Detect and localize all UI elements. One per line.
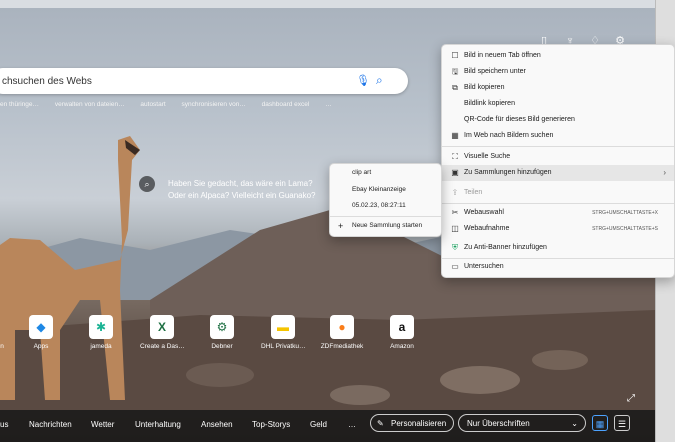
nav-item[interactable]: us <box>0 420 8 429</box>
save-icon: 🖫 <box>451 67 459 76</box>
chevron-down-icon: ⌄ <box>571 419 578 428</box>
expand-icon[interactable]: ⤢ <box>627 393 635 404</box>
suggestion-item[interactable]: dashboard excel <box>262 101 310 108</box>
chevron-right-icon: › <box>663 168 666 177</box>
personalize-label: Personalisieren <box>391 419 447 428</box>
nav-item-nachrichten[interactable]: Nachrichten <box>29 420 72 429</box>
caption-line-1: Haben Sie gedacht, das wäre ein Lama? <box>168 179 313 188</box>
suggestion-more[interactable]: … <box>325 101 332 108</box>
tile-label: ZDFmediathek <box>320 343 364 350</box>
new-tab-icon: ☐ <box>451 51 459 60</box>
collection-item[interactable]: Ebay Kleinanzeige <box>330 182 441 198</box>
collections-icon: ▣ <box>451 168 459 177</box>
menu-item-copy-image[interactable]: ⧉ Bild kopieren <box>442 80 674 96</box>
image-search-icon[interactable]: ⌕ <box>139 176 155 192</box>
nav-item-unterhaltung[interactable]: Unterhaltung <box>135 420 181 429</box>
tile-label: DHL Privatku… <box>261 343 305 350</box>
scissors-icon: ✂ <box>451 208 459 217</box>
tile-label: Amazon <box>390 343 414 350</box>
image-caption[interactable]: Haben Sie gedacht, das wäre ein Lama? Od… <box>168 178 316 202</box>
image-search-icon: ▦ <box>451 131 459 140</box>
inspect-icon: ▭ <box>451 262 459 271</box>
collections-submenu: clip art Ebay Kleinanzeige 05.02.23, 08:… <box>329 163 442 237</box>
menu-item-copy-link[interactable]: Bildlink kopieren <box>442 96 674 112</box>
menu-item-open-new-tab[interactable]: ☐ Bild in neuem Tab öffnen <box>442 48 674 64</box>
personalize-button[interactable]: ✎ Personalisieren <box>370 414 454 432</box>
capture-icon: ◫ <box>451 224 459 233</box>
quicklink-tile[interactable]: ⚙ Debner <box>200 315 244 350</box>
collection-item[interactable]: 05.02.23, 08:27:11 <box>330 198 441 214</box>
nav-more[interactable]: … <box>348 420 356 429</box>
layout-selected-value: Nur Überschriften <box>467 419 530 428</box>
pencil-icon: ✎ <box>377 419 384 428</box>
menu-item-web-capture[interactable]: ◫ Webaufnahme STRG+UMSCHALTTASTE+S <box>442 221 674 237</box>
list-view-icon[interactable]: ☰ <box>614 415 630 431</box>
menu-separator <box>442 146 674 147</box>
share-icon: ⇪ <box>451 188 459 197</box>
nav-item-top-storys[interactable]: Top-Storys <box>252 420 290 429</box>
search-icon[interactable]: ⌕ <box>376 73 390 87</box>
amazon-icon: a <box>390 315 414 339</box>
grid-view-icon[interactable]: ▦ <box>592 415 608 431</box>
jameda-icon: ✱ <box>89 315 113 339</box>
suggestion-item[interactable]: verwalten von dateien… <box>55 101 125 108</box>
menu-item-qr-code[interactable]: QR-Code für dieses Bild generieren <box>442 112 674 128</box>
quicklink-tile[interactable]: ● ZDFmediathek <box>320 315 364 350</box>
menu-item-inspect[interactable]: ▭ Untersuchen <box>442 259 674 275</box>
submenu-separator <box>330 216 441 217</box>
context-menu: ☐ Bild in neuem Tab öffnen 🖫 Bild speicher… <box>441 44 675 278</box>
quicklink-tile[interactable]: ▬ DHL Privatku… <box>261 315 305 350</box>
copy-icon: ⧉ <box>452 83 458 92</box>
search-input[interactable]: chsuchen des Webs <box>2 76 92 87</box>
excel-icon: X <box>150 315 174 339</box>
nav-item-geld[interactable]: Geld <box>310 420 327 429</box>
tile-label: Apps <box>33 343 49 350</box>
suggestion-item[interactable]: synchronisieren von… <box>182 101 246 108</box>
quicklink-tile[interactable]: a Amazon <box>380 315 424 350</box>
menu-item-visual-search[interactable]: ⛶ Visuelle Suche <box>442 149 674 165</box>
layout-dropdown[interactable]: Nur Überschriften ⌄ <box>458 414 586 432</box>
nav-item-ansehen[interactable]: Ansehen <box>201 420 233 429</box>
caption-line-2: Oder ein Alpaca? Vielleicht ein Guanako? <box>168 191 316 200</box>
visual-search-icon: ⛶ <box>452 152 458 161</box>
quicklink-tile[interactable]: X Create a Das… <box>140 315 184 350</box>
debner-icon: ⚙ <box>210 315 234 339</box>
shield-icon: ⛨ <box>452 243 458 252</box>
quicklink-tile[interactable]: ✱ jameda <box>79 315 123 350</box>
menu-item-anti-banner[interactable]: ⛨ Zu Anti-Banner hinzufügen <box>442 240 674 256</box>
tile-label: Debner <box>211 343 233 350</box>
tile-label: jameda <box>90 343 112 350</box>
menu-item-share[interactable]: ⇪ Teilen <box>442 185 674 201</box>
menu-item-web-select[interactable]: ✂ Webauswahl STRG+UMSCHALTTASTE+X <box>442 205 674 221</box>
menu-separator <box>442 203 674 204</box>
plus-icon: + <box>338 221 344 231</box>
new-collection-button[interactable]: + Neue Sammlung starten <box>330 218 441 234</box>
suggestion-item[interactable]: en thüringe… <box>0 101 39 108</box>
search-suggestions: en thüringe… verwalten von dateien… auto… <box>0 101 346 108</box>
nav-item-wetter[interactable]: Wetter <box>91 420 114 429</box>
quicklink-tile[interactable]: ◆ Apps <box>19 315 63 350</box>
zdf-icon: ● <box>330 315 354 339</box>
tile-label: Create a Das… <box>140 343 184 350</box>
menu-item-search-web-images[interactable]: ▦ Im Web nach Bildern suchen <box>442 128 674 144</box>
menu-item-add-to-collections[interactable]: ▣ Zu Sammlungen hinzufügen › <box>442 165 674 181</box>
microphone-icon[interactable]: 🎙 <box>356 74 370 88</box>
suggestion-item[interactable]: autostart <box>140 101 165 108</box>
collection-item[interactable]: clip art <box>330 165 441 181</box>
menu-item-save-image[interactable]: 🖫 Bild speichern unter <box>442 64 674 80</box>
apps-icon: ◆ <box>29 315 53 339</box>
web-search-box[interactable]: chsuchen des Webs 🎙 ⌕ <box>0 68 408 94</box>
dhl-icon: ▬ <box>271 315 295 339</box>
